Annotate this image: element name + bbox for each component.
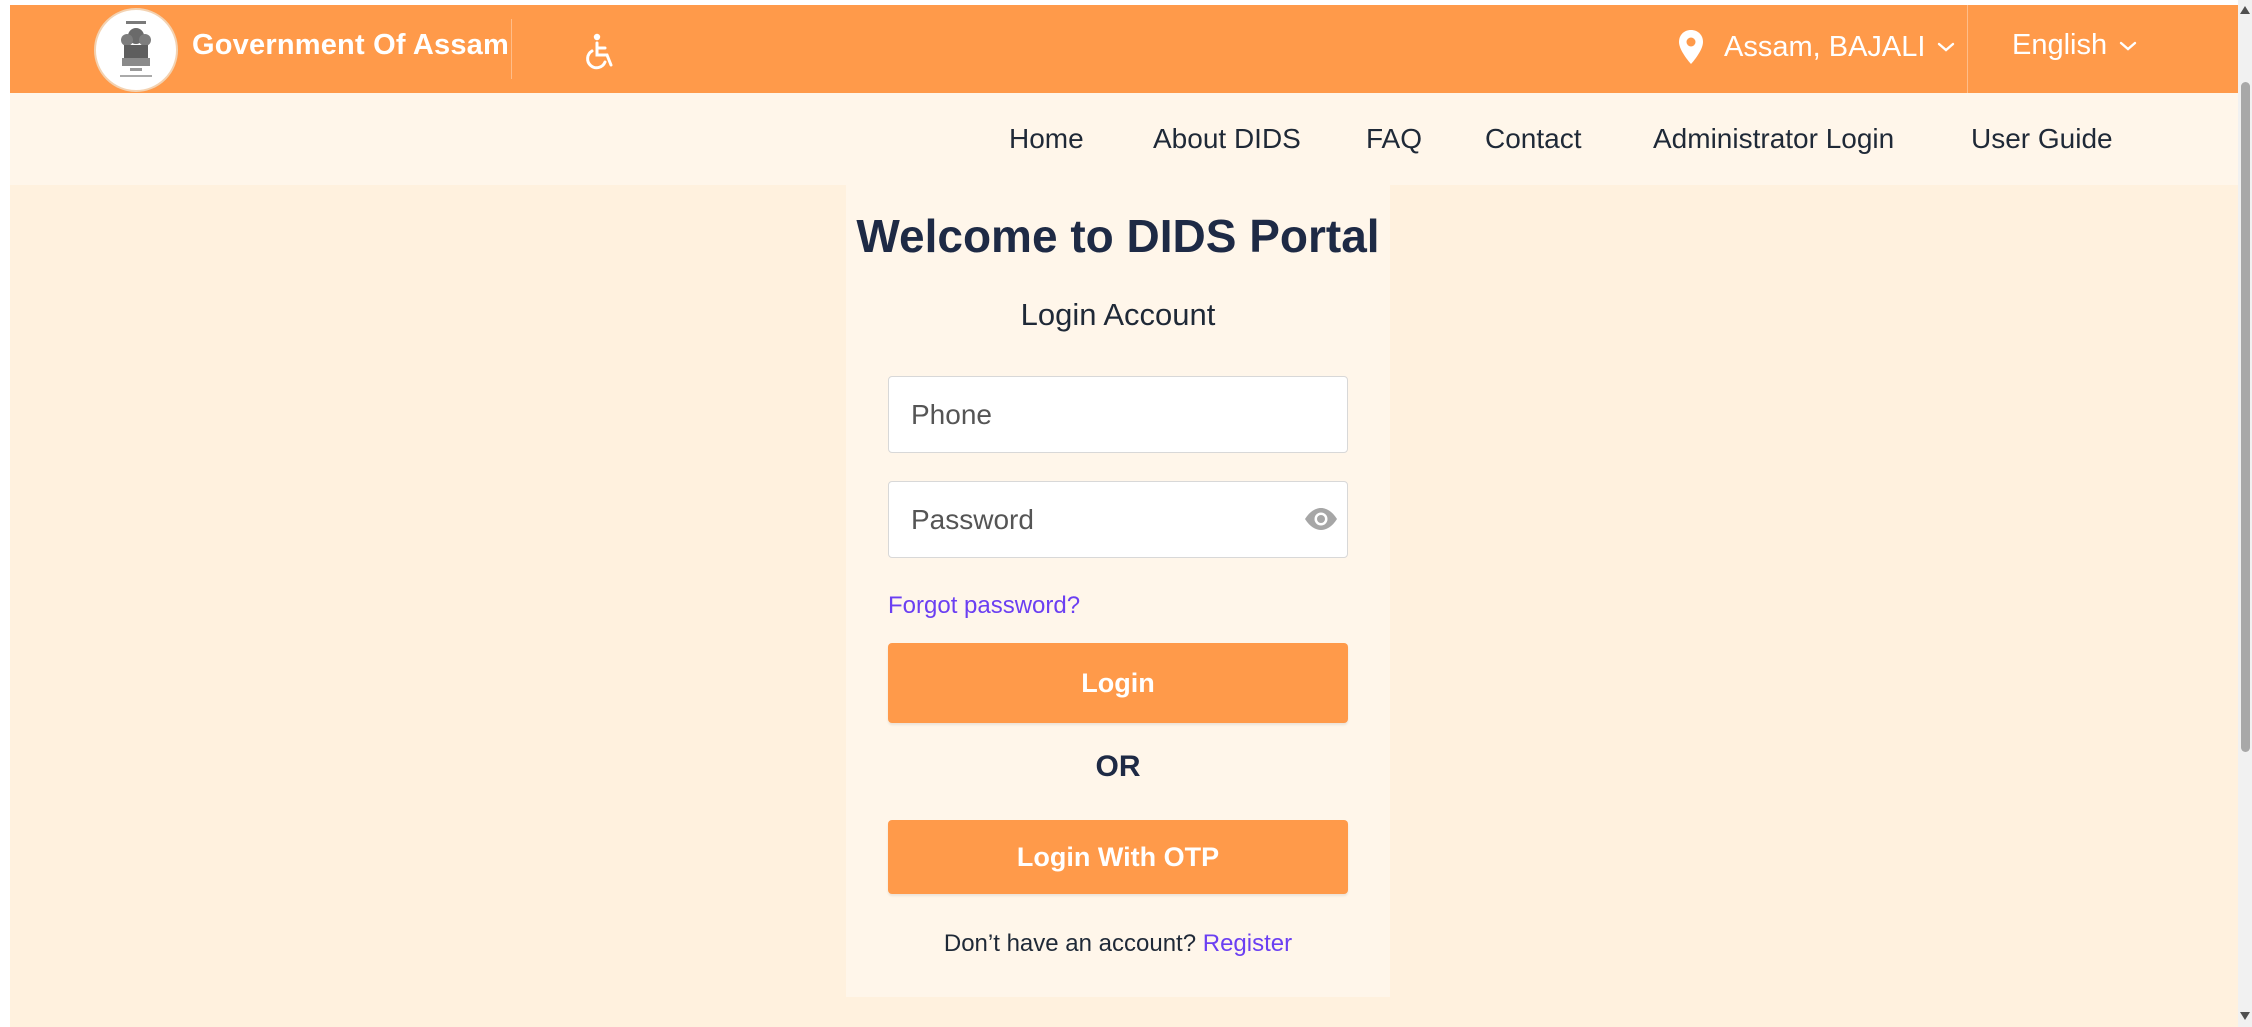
login-card: Welcome to DIDS Portal Login Account For… <box>846 185 1390 997</box>
password-input[interactable] <box>888 481 1348 558</box>
site-title[interactable]: Government Of Assam <box>192 29 509 62</box>
chevron-down-icon <box>2119 41 2137 51</box>
scroll-down-arrow-icon[interactable] <box>2240 1012 2250 1020</box>
no-account-text: Don’t have an account? <box>943 930 1197 957</box>
nav-contact[interactable]: Contact <box>1485 123 1582 155</box>
wheelchair-icon[interactable] <box>582 32 616 72</box>
location-pin-icon <box>1679 30 1703 64</box>
login-subtitle: Login Account <box>1020 297 1216 332</box>
forgot-password-link[interactable]: Forgot password? <box>888 592 1080 620</box>
scrollbar-thumb[interactable] <box>2241 82 2250 752</box>
header-divider <box>511 19 512 79</box>
header-divider <box>1967 5 1968 93</box>
page: Government Of Assam Assam, BAJALI Englis… <box>10 5 2238 1027</box>
page-title: Welcome to DIDS Portal <box>856 210 1380 262</box>
chevron-down-icon <box>1938 42 1955 52</box>
or-divider: OR <box>1095 750 1141 783</box>
phone-input[interactable] <box>888 376 1348 453</box>
eye-icon[interactable] <box>1304 507 1338 531</box>
language-label: English <box>2012 29 2108 61</box>
nav-home[interactable]: Home <box>1009 123 1084 155</box>
register-link[interactable]: Register <box>1203 930 1292 957</box>
state-emblem-icon[interactable] <box>94 8 178 92</box>
location-selector[interactable]: Assam, BAJALI <box>1678 29 1955 65</box>
nav-faq[interactable]: FAQ <box>1366 123 1422 155</box>
nav-user-guide[interactable]: User Guide <box>1971 123 2113 155</box>
register-prompt: Don’t have an account? Register <box>846 930 1390 958</box>
browser-viewport: Government Of Assam Assam, BAJALI Englis… <box>0 0 2252 1027</box>
nav-about-dids[interactable]: About DIDS <box>1153 123 1301 155</box>
location-label: Assam, BAJALI <box>1724 30 1926 63</box>
language-selector[interactable]: English <box>2012 29 2137 62</box>
login-with-otp-button[interactable]: Login With OTP <box>888 820 1348 894</box>
main-nav: Home About DIDS FAQ Contact Administrato… <box>10 93 2238 185</box>
nav-administrator-login[interactable]: Administrator Login <box>1653 123 1894 155</box>
scroll-up-arrow-icon[interactable] <box>2240 6 2250 14</box>
login-button[interactable]: Login <box>888 643 1348 723</box>
top-bar: Government Of Assam Assam, BAJALI Englis… <box>10 5 2238 93</box>
